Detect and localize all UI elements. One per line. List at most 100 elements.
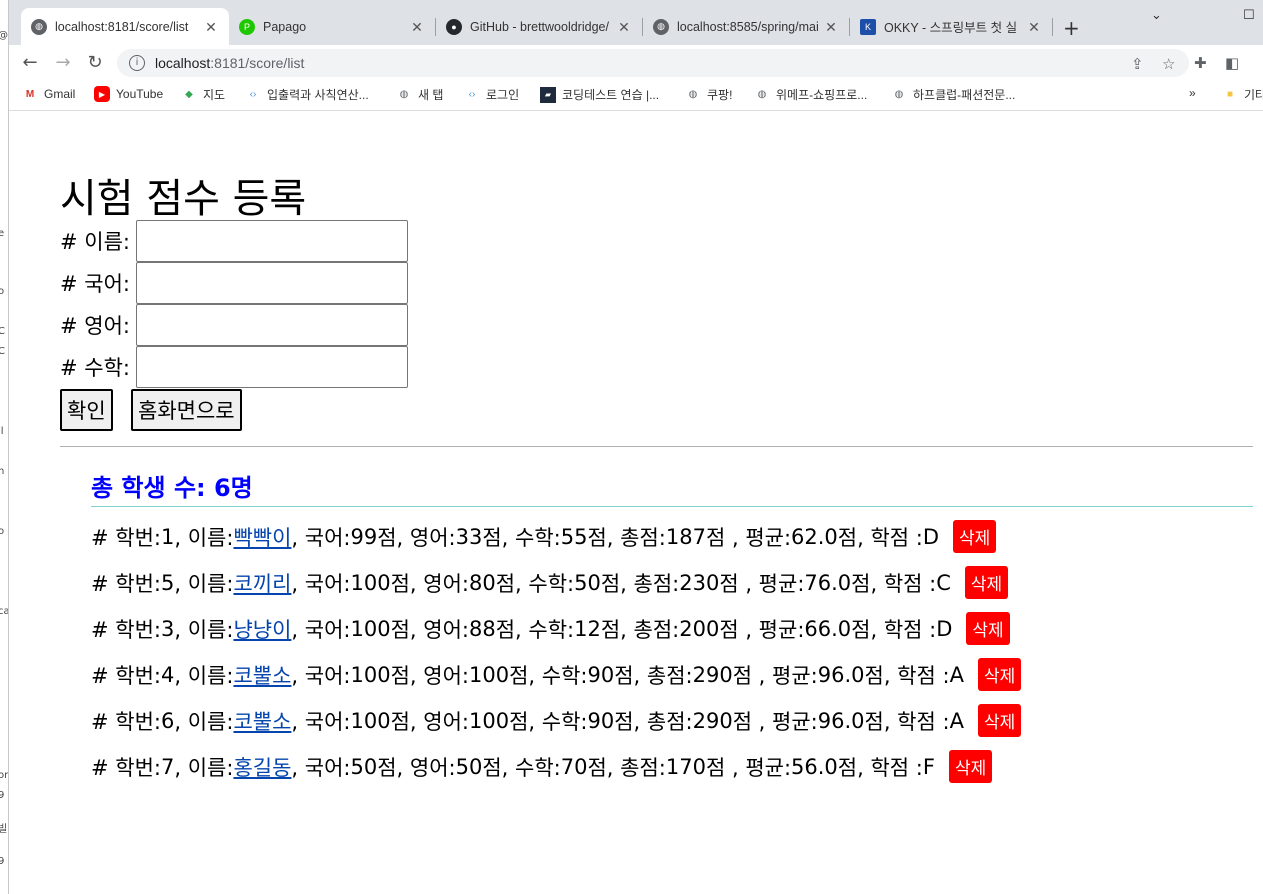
row-sep: 점, 학점 : xyxy=(837,525,923,550)
bookmark-label: 기타 xyxy=(1244,88,1263,102)
korean-label: # 국어: xyxy=(60,272,130,296)
row-sep: , 이름: xyxy=(174,571,234,596)
grade: D xyxy=(922,524,940,549)
tab-localhost-spring[interactable]: ◍ localhost:8585/spring/mai ✕ xyxy=(643,8,849,45)
tab-title: OKKY - 스프링부트 첫 실 xyxy=(884,21,1018,35)
bookmark-new-tab[interactable]: ◍ 새 탭 xyxy=(396,86,444,103)
total-score: 200 xyxy=(679,616,720,641)
tab-score-list[interactable]: ◍ localhost:8181/score/list ✕ xyxy=(21,8,229,45)
row-sep: 점 , 평균: xyxy=(719,617,805,642)
bookmark-label: 로그인 xyxy=(486,88,520,102)
row-prefix: # 학번: xyxy=(91,755,161,780)
math-input[interactable] xyxy=(136,346,408,388)
close-icon[interactable]: ✕ xyxy=(823,19,839,35)
new-tab-button[interactable]: + xyxy=(1063,16,1080,40)
code-icon: ‹› xyxy=(249,89,257,100)
total-score: 230 xyxy=(679,570,720,595)
name-input[interactable] xyxy=(136,220,408,262)
delete-button[interactable]: 삭제 xyxy=(977,704,1022,737)
math-score: 90 xyxy=(587,662,615,687)
student-name-link[interactable]: 냥냥이 xyxy=(233,614,291,644)
student-row: # 학번: 6, 이름: 코뿔소, 국어: 100 점, 영어: 100 점, 수학… xyxy=(91,704,1022,737)
bookmark-io-arith[interactable]: ‹› 입출력과 사칙연산... xyxy=(245,86,369,103)
reload-icon[interactable]: ↻ xyxy=(84,52,106,74)
bookmark-halfclub[interactable]: ◍ 하프클럽-패션전문... xyxy=(891,86,1016,103)
share-icon[interactable]: ⇪ xyxy=(1131,55,1144,73)
globe-icon: ◍ xyxy=(31,18,47,35)
bookmark-label: 쿠팡! xyxy=(707,88,733,102)
bookmark-maps[interactable]: ◆ 지도 xyxy=(181,86,225,103)
address-bar[interactable]: i localhost:8181/score/list ⇪ ☆ xyxy=(117,49,1189,77)
globe-icon: ◍ xyxy=(894,89,904,100)
row-sep: , 국어: xyxy=(291,709,351,734)
close-icon[interactable]: ✕ xyxy=(1026,19,1042,35)
name-label: # 이름: xyxy=(60,230,130,254)
korean-score: 100 xyxy=(350,570,391,595)
row-sep: 점, 학점 : xyxy=(837,755,923,780)
close-icon[interactable]: ✕ xyxy=(409,19,425,35)
bookmark-coding-test[interactable]: ▰ 코딩테스트 연습 |... xyxy=(540,86,659,103)
extensions-icon[interactable]: ✚ xyxy=(1194,54,1207,72)
close-icon[interactable]: ✕ xyxy=(203,19,219,35)
row-sep: 점, 학점 : xyxy=(851,571,937,596)
site-info-icon[interactable]: i xyxy=(129,55,145,71)
tab-github[interactable]: ● GitHub - brettwooldridge/ ✕ xyxy=(436,8,642,45)
korean-score: 100 xyxy=(350,708,391,733)
code-icon: ‹› xyxy=(468,89,476,100)
globe-icon: ◍ xyxy=(757,89,767,100)
tab-okky[interactable]: K OKKY - 스프링부트 첫 실 ✕ xyxy=(850,8,1052,45)
korean-score: 100 xyxy=(350,662,391,687)
student-name-link[interactable]: 빡빡이 xyxy=(233,522,291,552)
row-sep: 점, 수학: xyxy=(482,755,561,780)
tab-search-icon[interactable]: ⌄ xyxy=(1151,8,1162,23)
confirm-button[interactable]: 확인 xyxy=(60,389,113,431)
average-score: 56.0 xyxy=(791,754,838,779)
maximize-icon[interactable]: ☐ xyxy=(1243,8,1255,23)
home-button[interactable]: 홈화면으로 xyxy=(131,389,242,431)
student-id: 7 xyxy=(161,754,175,779)
delete-button[interactable]: 삭제 xyxy=(977,658,1022,691)
row-sep: , 국어: xyxy=(291,617,351,642)
row-sep: 점, 총점: xyxy=(614,663,693,688)
delete-button[interactable]: 삭제 xyxy=(953,520,997,553)
grade: D xyxy=(936,616,953,641)
forward-icon[interactable]: → xyxy=(52,52,74,74)
row-sep: 점, 총점: xyxy=(587,755,666,780)
grade: F xyxy=(922,754,935,779)
student-name-link[interactable]: 코뿔소 xyxy=(233,660,291,690)
tab-title: localhost:8181/score/list xyxy=(55,19,189,34)
tab-title: localhost:8585/spring/mai xyxy=(677,19,819,34)
bookmark-youtube[interactable]: ▶ YouTube xyxy=(94,86,163,102)
tab-title: GitHub - brettwooldridge/ xyxy=(470,19,609,34)
total-score: 290 xyxy=(692,708,733,733)
side-panel-icon[interactable]: ◧ xyxy=(1225,54,1239,72)
korean-input[interactable] xyxy=(136,262,408,304)
back-icon[interactable]: ← xyxy=(19,52,41,74)
bookmark-login[interactable]: ‹› 로그인 xyxy=(464,86,519,103)
tab-papago[interactable]: P Papago ✕ xyxy=(229,8,435,45)
bookmarks-overflow-icon[interactable]: » xyxy=(1189,86,1196,100)
bookmark-gmail[interactable]: M Gmail xyxy=(22,86,76,102)
bookmark-wemakeprice[interactable]: ◍ 위메프-쇼핑프로... xyxy=(754,86,868,103)
korean-row: # 국어: xyxy=(60,262,408,304)
bookmark-other[interactable]: ■ 기타 xyxy=(1222,86,1263,103)
english-score: 33 xyxy=(455,524,483,549)
english-input[interactable] xyxy=(136,304,408,346)
student-row: # 학번: 7, 이름: 홍길동, 국어: 50 점, 영어: 50 점, 수학: … xyxy=(91,750,993,783)
korean-score: 99 xyxy=(350,524,378,549)
bookmark-coupang[interactable]: ◍ 쿠팡! xyxy=(685,86,733,103)
delete-button[interactable]: 삭제 xyxy=(948,750,993,783)
delete-button[interactable]: 삭제 xyxy=(966,612,1010,645)
bookmark-star-icon[interactable]: ☆ xyxy=(1162,55,1175,73)
close-icon[interactable]: ✕ xyxy=(616,19,632,35)
student-id: 5 xyxy=(161,570,175,595)
delete-button[interactable]: 삭제 xyxy=(964,566,1009,599)
student-name-link[interactable]: 코끼리 xyxy=(233,568,291,598)
row-prefix: # 학번: xyxy=(91,709,161,734)
row-sep: 점, 학점 : xyxy=(851,617,937,642)
student-name-link[interactable]: 코뿔소 xyxy=(233,706,291,736)
english-label: # 영어: xyxy=(60,314,130,338)
globe-icon: ◍ xyxy=(653,18,669,35)
row-sep: 점, 영어: xyxy=(390,571,469,596)
student-name-link[interactable]: 홍길동 xyxy=(233,752,291,782)
